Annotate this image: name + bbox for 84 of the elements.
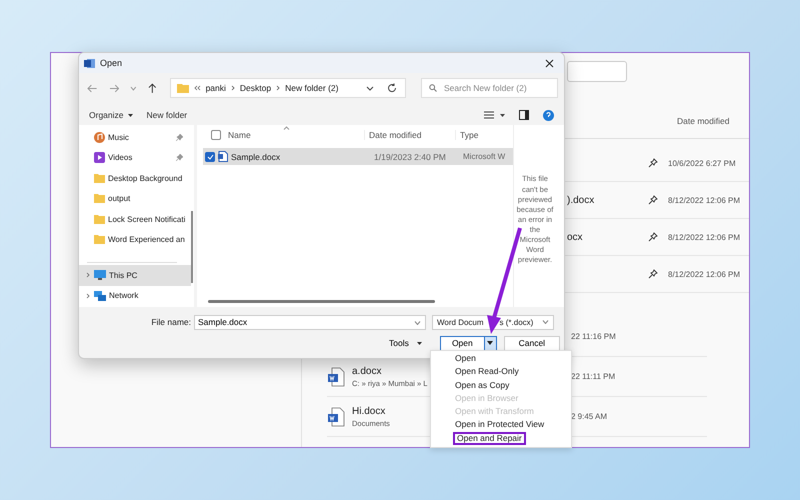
menu-item[interactable]: Open as Copy [453, 378, 512, 392]
sidebar-item[interactable]: Videos [79, 148, 191, 168]
date-text: 8/12/2022 12:06 PM [668, 196, 740, 204]
organize-button[interactable]: Organize [85, 108, 136, 122]
chevron-right-icon[interactable] [85, 292, 91, 299]
folder-icon [94, 235, 105, 244]
file-name: ocx [567, 232, 583, 242]
sidebar-item[interactable]: Word Experienced an [79, 230, 191, 250]
file-type-dropdown[interactable]: Word Docum s (*.docx) [432, 314, 554, 330]
back-arrow-icon[interactable] [87, 84, 98, 92]
chevron-right-icon [230, 85, 235, 91]
window-title: Open [100, 58, 122, 68]
refresh-icon[interactable] [387, 83, 397, 93]
monitor-icon [94, 270, 106, 280]
column-header: Date modified [677, 116, 730, 126]
word-document-icon [327, 406, 345, 426]
tools-button[interactable]: Tools [383, 337, 428, 349]
sidebar-item[interactable]: This PC [79, 265, 191, 286]
word-document-icon [327, 366, 345, 386]
sidebar-item[interactable]: Desktop Background [79, 168, 191, 188]
breadcrumb-item[interactable]: New folder (2) [285, 83, 338, 93]
folder-icon [94, 214, 105, 224]
select-all-checkbox[interactable] [211, 130, 221, 140]
search-field[interactable]: Search New folder (2) [421, 78, 558, 98]
file-name[interactable]: Hi.docx [352, 406, 386, 416]
pin-icon[interactable] [648, 158, 658, 168]
view-list-icon[interactable] [484, 111, 494, 119]
folder-icon [176, 83, 189, 93]
cancel-button[interactable]: Cancel [504, 336, 560, 350]
vertical-scrollbar[interactable] [191, 211, 193, 283]
up-arrow-icon[interactable] [148, 82, 157, 94]
column-header[interactable]: Type [455, 130, 478, 140]
file-name-label: File name: [150, 317, 192, 327]
search-icon [429, 84, 437, 92]
caret-icon [416, 342, 422, 344]
caret-icon[interactable] [500, 114, 505, 116]
open-dropdown-button[interactable] [484, 336, 497, 350]
network-icon [94, 290, 106, 301]
help-icon[interactable] [543, 110, 554, 120]
search-field[interactable] [567, 61, 627, 82]
sort-caret-icon [283, 126, 290, 130]
sidebar-item[interactable]: output [79, 188, 191, 209]
caret-icon [487, 341, 494, 345]
new-folder-button[interactable]: New folder [142, 108, 192, 122]
chevron-right-icon[interactable] [85, 272, 91, 278]
pin-icon[interactable] [648, 269, 658, 279]
horizontal-scrollbar[interactable] [208, 300, 435, 303]
open-button[interactable]: Open [440, 336, 484, 350]
forward-arrow-icon[interactable] [108, 84, 120, 92]
date-text: 8/12/2022 12:06 PM [668, 232, 740, 242]
caret-icon [128, 114, 132, 116]
preview-pane-icon[interactable] [519, 110, 529, 120]
file-row[interactable]: Sample.docx 1/19/2023 2:40 PM Microsoft W [203, 148, 513, 165]
file-name[interactable]: a.docx [352, 366, 382, 376]
folder-icon [94, 174, 105, 183]
column-header[interactable]: Date modified [364, 130, 455, 140]
document-icon [218, 151, 228, 162]
menu-item[interactable]: Open and Repair [453, 432, 526, 446]
breadcrumb-item[interactable]: Desktop [240, 83, 272, 93]
file-name-input[interactable]: Sample.docx [194, 314, 426, 330]
chevron-right-icon [276, 85, 280, 91]
video-icon [94, 152, 105, 164]
chevron-down-icon[interactable] [366, 86, 374, 90]
date-text: 22 11:16 PM [571, 332, 616, 341]
double-chevron-icon [194, 85, 201, 91]
sidebar-item[interactable]: Music [79, 127, 191, 148]
menu-item[interactable]: Open in Protected View [453, 418, 546, 432]
folder-icon [94, 194, 105, 204]
close-icon[interactable] [545, 58, 554, 68]
date-text: 8/12/2022 12:06 PM [668, 270, 740, 278]
sidebar-item[interactable]: Network [79, 286, 191, 306]
sidebar-item[interactable]: Lock Screen Notificati [79, 209, 191, 230]
date-text: 10/6/2022 6:27 PM [668, 158, 736, 168]
word-app-icon [84, 58, 95, 68]
address-bar[interactable]: panki Desktop New folder (2) [170, 78, 406, 98]
pin-icon[interactable] [648, 195, 658, 205]
file-name: ).docx [567, 194, 594, 206]
music-icon [94, 132, 105, 143]
menu-item[interactable]: Open Read-Only [453, 365, 521, 379]
menu-item[interactable]: Open [453, 352, 478, 366]
column-header[interactable]: Name [228, 130, 364, 140]
pin-icon[interactable] [648, 232, 658, 242]
checkbox[interactable] [205, 152, 215, 162]
breadcrumb-item[interactable]: panki [206, 83, 226, 93]
